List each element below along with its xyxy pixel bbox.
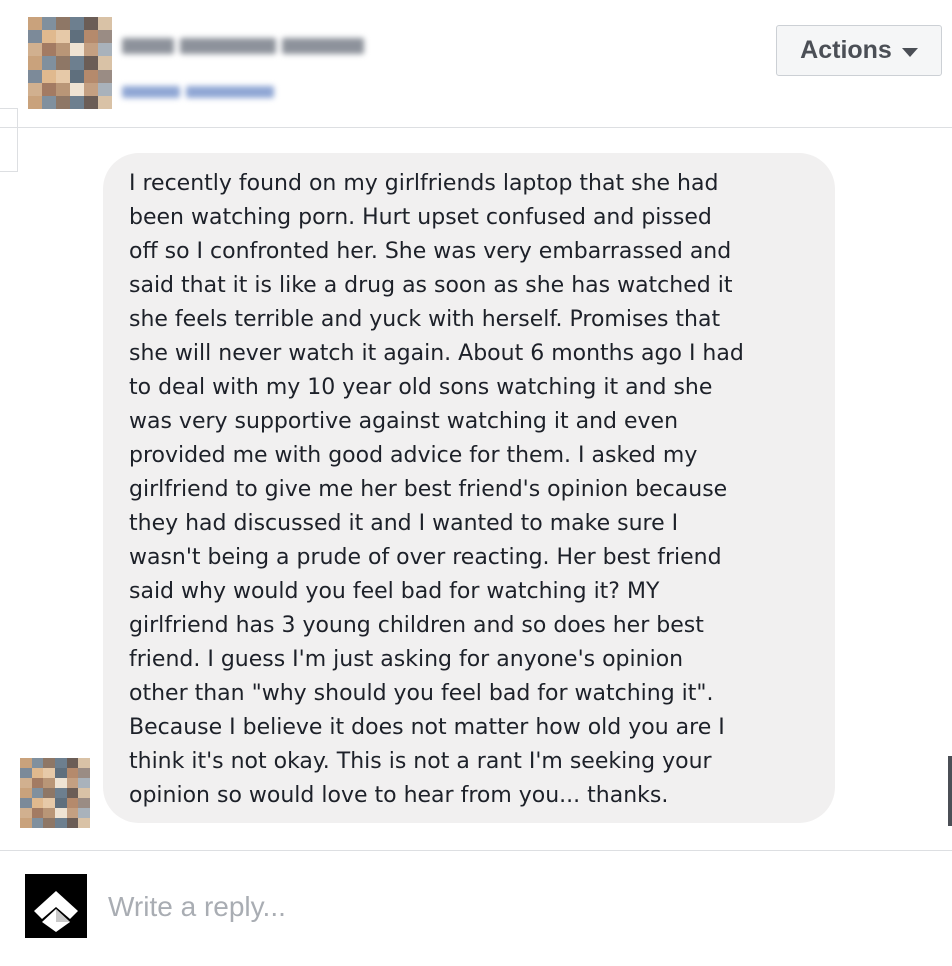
caret-down-icon — [901, 47, 918, 57]
scrollbar-thumb[interactable] — [948, 756, 952, 826]
reply-divider — [0, 850, 952, 851]
side-panel-tab[interactable] — [0, 108, 18, 172]
message-sender-avatar[interactable] — [20, 758, 90, 828]
sender-name-blurred[interactable] — [122, 38, 364, 54]
message-text: I recently found on my girlfriends lapto… — [129, 171, 744, 808]
actions-button-label: Actions — [800, 36, 892, 64]
sender-subtitle-blurred[interactable] — [122, 86, 274, 98]
actions-dropdown-button[interactable]: Actions — [776, 25, 942, 76]
conversation-header: Actions — [0, 0, 952, 128]
sender-avatar[interactable] — [28, 17, 112, 109]
chevron-up-logo-icon — [25, 874, 87, 938]
message-bubble: I recently found on my girlfriends lapto… — [103, 153, 835, 823]
reply-input[interactable] — [106, 884, 930, 930]
